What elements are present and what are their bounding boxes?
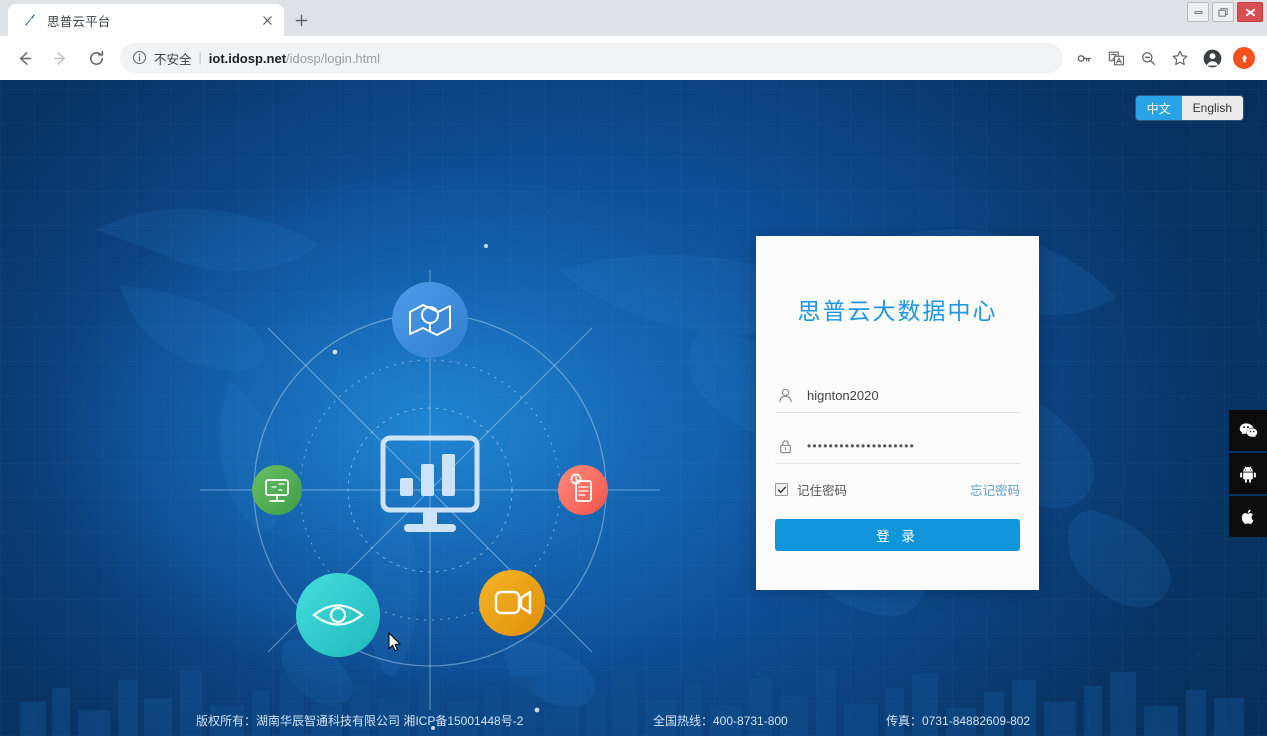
social-dock <box>1229 410 1267 539</box>
username-input[interactable] <box>795 378 1020 412</box>
browser-window: 思普云平台 <box>0 0 1267 736</box>
restore-icon[interactable] <box>1212 2 1234 22</box>
url-text: iot.idosp.net/idosp/login.html <box>209 51 380 66</box>
browser-toolbar: 不安全 | iot.idosp.net/idosp/login.html <box>0 36 1267 80</box>
remember-password-label: 记住密码 <box>797 480 847 499</box>
lock-icon <box>775 438 795 455</box>
footer-hotline: 全国热线：400-8731-800 <box>653 712 788 729</box>
back-arrow-icon[interactable] <box>8 42 40 74</box>
forward-arrow-icon[interactable] <box>44 42 76 74</box>
document-report-icon <box>558 465 608 515</box>
translate-icon[interactable] <box>1101 43 1131 73</box>
reload-icon[interactable] <box>80 42 112 74</box>
login-page: 中文 English <box>0 80 1267 736</box>
password-input[interactable] <box>795 429 1020 463</box>
new-tab-button[interactable] <box>288 7 314 33</box>
close-icon[interactable] <box>258 11 276 29</box>
password-key-icon[interactable] <box>1069 43 1099 73</box>
terminal-screen-icon <box>252 465 302 515</box>
eye-monitor-icon <box>296 573 380 657</box>
tab-title: 思普云平台 <box>47 11 258 30</box>
close-icon[interactable] <box>1237 2 1263 22</box>
wrench-icon <box>22 12 38 28</box>
language-switch[interactable]: 中文 English <box>1136 96 1243 120</box>
forgot-password-link[interactable]: 忘记密码 <box>970 480 1020 499</box>
username-field-row[interactable] <box>775 378 1020 413</box>
login-card: 思普云大数据中心 <box>756 236 1039 590</box>
url-host: iot.idosp.net <box>209 51 286 66</box>
omnibox-separator: | <box>199 51 202 65</box>
browser-chrome: 思普云平台 <box>0 0 1267 80</box>
zoom-out-icon[interactable] <box>1133 43 1163 73</box>
tab-strip: 思普云平台 <box>0 0 1267 36</box>
url-path: /idosp/login.html <box>286 51 380 66</box>
security-label: 不安全 <box>154 49 192 68</box>
bookmark-star-icon[interactable] <box>1165 43 1195 73</box>
login-button[interactable]: 登 录 <box>775 519 1020 551</box>
checkbox-checked-icon[interactable] <box>775 483 788 496</box>
map-location-icon <box>392 282 468 358</box>
wechat-icon[interactable] <box>1229 410 1267 451</box>
apple-icon[interactable] <box>1229 496 1267 537</box>
profile-avatar-icon[interactable] <box>1197 43 1227 73</box>
window-controls <box>1184 0 1263 24</box>
page-footer: 版权所有：湖南华辰智通科技有限公司 湘ICP备15001448号-2 全国热线：… <box>0 704 1267 736</box>
video-camera-icon <box>479 570 545 636</box>
remember-password-toggle[interactable]: 记住密码 <box>775 480 847 499</box>
language-option-chinese[interactable]: 中文 <box>1136 96 1182 120</box>
address-bar[interactable]: 不安全 | iot.idosp.net/idosp/login.html <box>120 43 1063 73</box>
android-icon[interactable] <box>1229 453 1267 494</box>
login-options-row: 记住密码 忘记密码 <box>775 480 1020 499</box>
password-field-row[interactable] <box>775 429 1020 464</box>
footer-copyright: 版权所有：湖南华辰智通科技有限公司 湘ICP备15001448号-2 <box>196 712 523 729</box>
info-circle-icon[interactable] <box>132 50 148 66</box>
language-option-english[interactable]: English <box>1182 96 1243 120</box>
login-form: 记住密码 忘记密码 登 录 <box>756 378 1039 551</box>
browser-tab[interactable]: 思普云平台 <box>8 4 284 36</box>
footer-fax: 传真：0731-84882609-802 <box>886 712 1030 729</box>
page-title: 思普云大数据中心 <box>756 292 1039 326</box>
extension-icon[interactable] <box>1229 43 1259 73</box>
hero-network-graphic <box>180 240 680 736</box>
toolbar-icon-group <box>1069 43 1259 73</box>
minimize-icon[interactable] <box>1187 2 1209 22</box>
user-icon <box>775 387 795 404</box>
